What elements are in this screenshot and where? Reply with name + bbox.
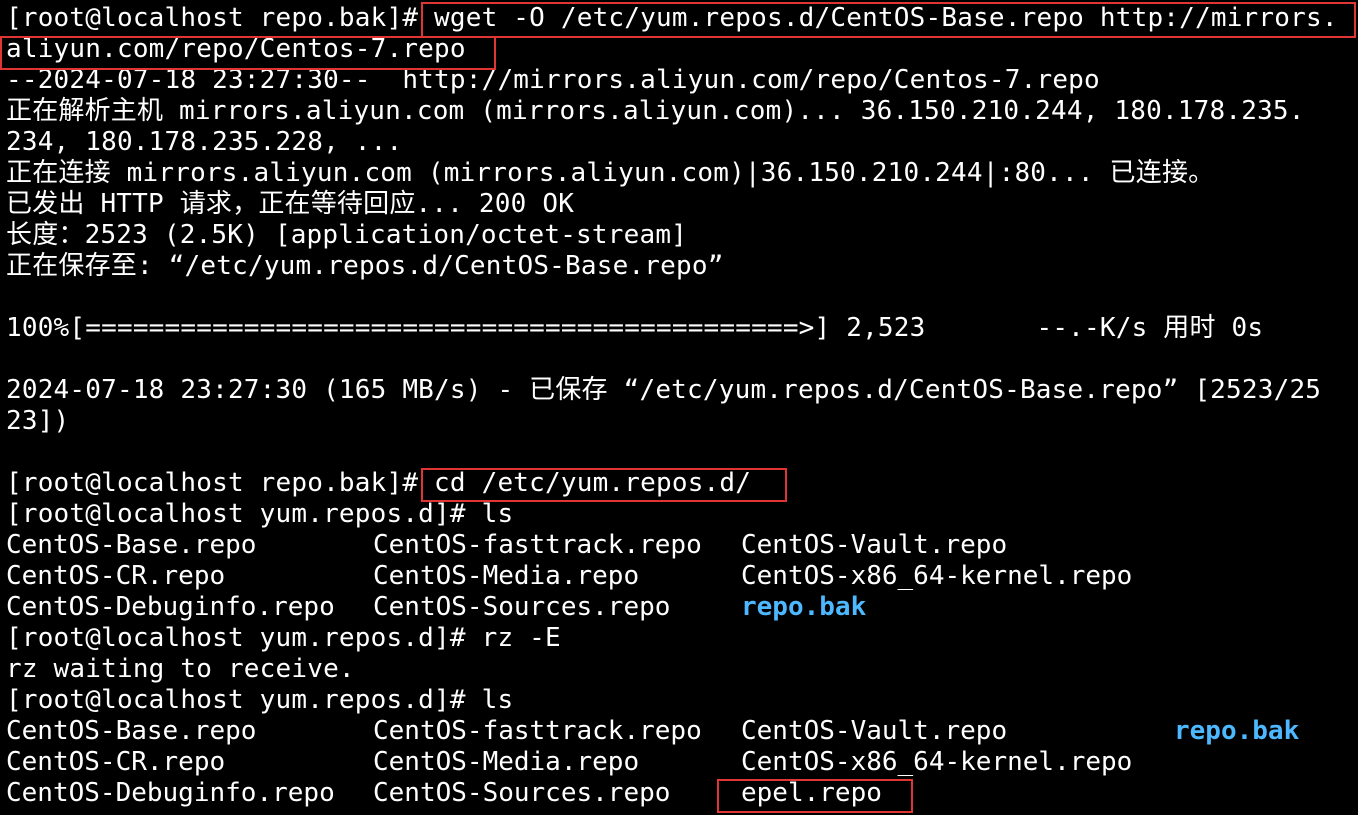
terminal-line-rz-command: [root@localhost yum.repos.d]# rz -E	[6, 623, 561, 653]
file-entry: CentOS-Base.repo	[6, 530, 257, 560]
terminal-line-http-request: 已发出 HTTP 请求，正在等待回应... 200 OK	[6, 189, 575, 219]
terminal-line-wget-command-cont: aliyun.com/repo/Centos-7.repo	[6, 34, 466, 65]
file-entry: epel.repo	[741, 778, 882, 808]
file-entry: CentOS-Vault.repo	[741, 716, 1008, 746]
terminal-line-progress: 100%[===================================…	[6, 313, 1264, 343]
ls-output-row: CentOS-Base.repo CentOS-fasttrack.repo C…	[0, 530, 1007, 561]
wget-command-part2: aliyun.com/repo/Centos-7.repo	[6, 34, 466, 64]
terminal-line-resolving-cont: 234, 180.178.235.228, ...	[6, 127, 403, 157]
file-entry: CentOS-fasttrack.repo	[373, 716, 702, 746]
wget-command-part1: wget -O /etc/yum.repos.d/CentOS-Base.rep…	[418, 3, 1338, 33]
file-entry: CentOS-Base.repo	[6, 716, 257, 746]
directory-entry: repo.bak	[741, 592, 867, 622]
file-entry: CentOS-Media.repo	[373, 561, 640, 591]
ls-output-row: CentOS-CR.repo CentOS-Media.repo CentOS-…	[0, 747, 1132, 778]
terminal-line-ls-command: [root@localhost yum.repos.d]# ls	[6, 499, 514, 529]
terminal-window[interactable]: [root@localhost repo.bak]# wget -O /etc/…	[0, 0, 1358, 815]
terminal-line-wget-command: [root@localhost repo.bak]# wget -O /etc/…	[6, 3, 1338, 34]
file-entry: CentOS-Debuginfo.repo	[6, 778, 335, 808]
terminal-line-saved-cont: 23])	[6, 406, 70, 436]
file-entry: CentOS-Sources.repo	[373, 592, 671, 622]
terminal-line-wget-start: --2024-07-18 23:27:30-- http://mirrors.a…	[6, 65, 1100, 95]
terminal-line-resolving: 正在解析主机 mirrors.aliyun.com (mirrors.aliyu…	[6, 96, 1305, 126]
directory-entry: repo.bak	[1174, 716, 1300, 746]
file-entry: CentOS-Sources.repo	[373, 778, 671, 808]
terminal-line-length: 长度：2523 (2.5K) [application/octet-stream…	[6, 220, 688, 250]
ls-output-row: CentOS-Base.repo CentOS-fasttrack.repo C…	[0, 716, 1299, 747]
file-entry: CentOS-CR.repo	[6, 747, 226, 777]
shell-prompt: [root@localhost repo.bak]#	[6, 3, 419, 33]
terminal-line-connecting: 正在连接 mirrors.aliyun.com (mirrors.aliyun.…	[6, 158, 1215, 188]
terminal-line-rz-waiting: rz waiting to receive.	[6, 654, 355, 684]
file-entry: CentOS-fasttrack.repo	[373, 530, 702, 560]
terminal-line-ls-command-2: [root@localhost yum.repos.d]# ls	[6, 685, 514, 715]
file-entry: CentOS-Vault.repo	[741, 530, 1008, 560]
terminal-line-saved: 2024-07-18 23:27:30 (165 MB/s) - 已保存 “/e…	[6, 375, 1322, 405]
ls-output-row: CentOS-Debuginfo.repo CentOS-Sources.rep…	[0, 778, 882, 809]
file-entry: CentOS-CR.repo	[6, 561, 226, 591]
file-entry: CentOS-x86_64-kernel.repo	[741, 561, 1133, 591]
shell-prompt: [root@localhost repo.bak]#	[6, 468, 419, 498]
terminal-line-cd-command: [root@localhost repo.bak]# cd /etc/yum.r…	[6, 468, 751, 499]
file-entry: CentOS-x86_64-kernel.repo	[741, 747, 1133, 777]
file-entry: CentOS-Media.repo	[373, 747, 640, 777]
file-entry: CentOS-Debuginfo.repo	[6, 592, 335, 622]
terminal-line-saving-to: 正在保存至: “/etc/yum.repos.d/CentOS-Base.rep…	[6, 251, 724, 281]
cd-command: cd /etc/yum.repos.d/	[418, 468, 752, 498]
ls-output-row: CentOS-Debuginfo.repo CentOS-Sources.rep…	[0, 592, 866, 623]
ls-output-row: CentOS-CR.repo CentOS-Media.repo CentOS-…	[0, 561, 1132, 592]
